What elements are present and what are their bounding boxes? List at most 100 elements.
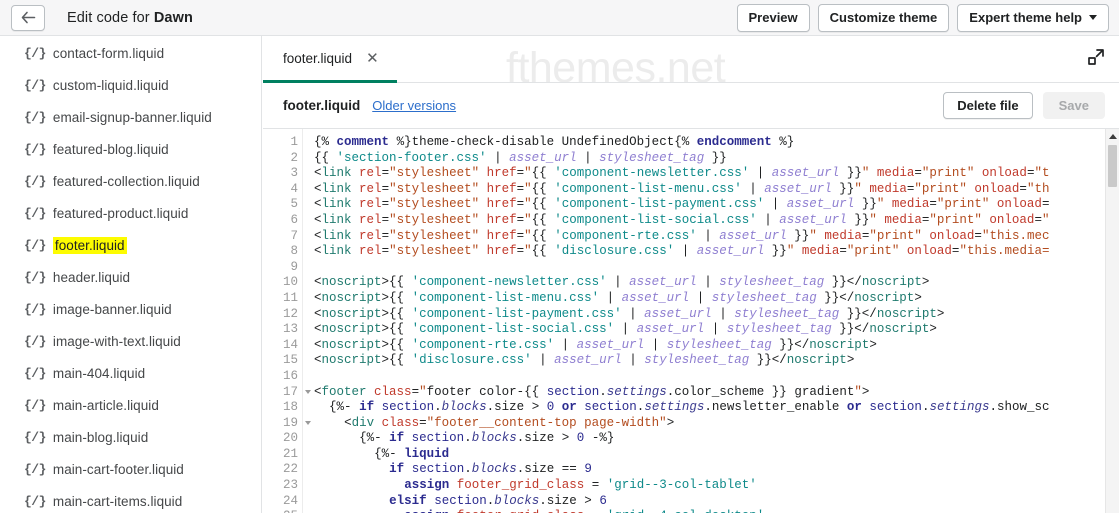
file-item-footer-liquid[interactable]: {/} footer.liquid (0, 229, 261, 261)
code-line: <link rel="stylesheet" href="{{ 'compone… (314, 197, 1050, 212)
fold-toggle-icon[interactable] (305, 389, 311, 394)
file-item-label: email-signup-banner.liquid (52, 109, 212, 125)
liquid-file-icon: {/} (24, 493, 46, 509)
file-item-featured-collection-liquid[interactable]: {/} featured-collection.liquid (0, 165, 261, 197)
liquid-file-icon: {/} (24, 205, 46, 221)
line-number: 18 (282, 400, 298, 415)
code-line: <link rel="stylesheet" href="{{ 'compone… (314, 212, 1050, 227)
file-item-header-liquid[interactable]: {/} header.liquid (0, 261, 261, 293)
customize-theme-button[interactable]: Customize theme (817, 3, 950, 32)
save-button[interactable]: Save (1042, 92, 1105, 119)
page-title-theme: Dawn (153, 9, 193, 26)
file-item-label: main-article.liquid (52, 397, 159, 413)
file-item-image-banner-liquid[interactable]: {/} image-banner.liquid (0, 293, 261, 325)
line-number: 2 (290, 150, 298, 165)
liquid-file-icon: {/} (24, 333, 46, 349)
file-item-label: image-banner.liquid (52, 301, 172, 317)
tab-footer-liquid[interactable]: footer.liquid ✕ (263, 36, 397, 83)
line-number: 9 (290, 259, 298, 274)
back-button[interactable] (11, 4, 45, 31)
code-line: if section.blocks.size == 9 (389, 462, 592, 477)
editor-pane: fthemes.net footer.liquid ✕ footer.liqui… (263, 36, 1119, 513)
code-line: <noscript>{{ 'component-list-social.css'… (314, 322, 937, 337)
file-item-main-404-liquid[interactable]: {/} main-404.liquid (0, 357, 261, 389)
older-versions-link[interactable]: Older versions (372, 98, 456, 113)
code-line: {%- if section.blocks.size > 0 or sectio… (329, 400, 1050, 415)
preview-button[interactable]: Preview (736, 3, 810, 32)
liquid-file-icon: {/} (24, 109, 46, 125)
code-line: <noscript>{{ 'component-newsletter.css' … (314, 275, 930, 290)
code-line: <div class="footer__content-top page-wid… (344, 415, 675, 430)
page-title: Edit code for Dawn (67, 10, 193, 26)
file-item-main-cart-footer-liquid[interactable]: {/} main-cart-footer.liquid (0, 453, 261, 485)
chevron-down-icon (1089, 15, 1097, 20)
line-number: 17 (263, 385, 311, 401)
code-line: <footer class="footer color-{{ section.s… (314, 384, 870, 399)
code-line: assign footer_grid_class = 'grid--3-col-… (404, 478, 757, 493)
file-item-image-with-text-liquid[interactable]: {/} image-with-text.liquid (0, 325, 261, 357)
code-line: {%- liquid (374, 446, 450, 461)
code-line: <noscript>{{ 'component-list-menu.css' |… (314, 290, 922, 305)
file-item-custom-liquid-liquid[interactable]: {/} custom-liquid.liquid (0, 69, 261, 101)
code-editor[interactable]: 1234567891011121314151617181920212223242… (263, 129, 1119, 513)
code-line: <noscript>{{ 'component-list-payment.css… (314, 306, 945, 321)
file-item-label: contact-form.liquid (52, 45, 165, 61)
file-item-email-signup-banner-liquid[interactable]: {/} email-signup-banner.liquid (0, 101, 261, 133)
file-sidebar: {/} contact-form.liquid {/} custom-liquid.l… (0, 36, 262, 513)
file-item-main-article-liquid[interactable]: {/} main-article.liquid (0, 389, 261, 421)
expand-icon[interactable] (1087, 48, 1105, 71)
fold-toggle-icon[interactable] (305, 420, 311, 425)
line-number: 1 (290, 135, 298, 149)
liquid-file-icon: {/} (24, 237, 46, 253)
liquid-file-icon: {/} (24, 45, 46, 61)
file-item-featured-blog-liquid[interactable]: {/} featured-blog.liquid (0, 133, 261, 165)
close-icon[interactable]: ✕ (366, 51, 379, 66)
editor-scrollbar[interactable] (1105, 129, 1119, 513)
arrow-left-icon (21, 11, 36, 24)
line-number: 25 (263, 509, 302, 513)
top-bar: Edit code for Dawn Preview Customize the… (0, 0, 1119, 36)
line-number: 20 (282, 431, 298, 446)
code-line: <noscript>{{ 'disclosure.css' | asset_ur… (314, 353, 855, 368)
delete-file-button[interactable]: Delete file (943, 92, 1033, 119)
liquid-file-icon: {/} (24, 173, 46, 189)
line-number: 7 (290, 228, 298, 243)
editor-scrollbar-thumb[interactable] (1108, 145, 1117, 187)
line-number: 14 (282, 337, 298, 352)
file-item-label: featured-blog.liquid (52, 141, 169, 157)
code-content[interactable]: {% comment %}theme-check-disable Undefin… (303, 129, 1119, 513)
line-number: 12 (282, 306, 298, 321)
line-number: 23 (282, 478, 298, 493)
file-item-main-cart-items-liquid[interactable]: {/} main-cart-items.liquid (0, 485, 261, 513)
editor-tabstrip: footer.liquid ✕ (263, 36, 1119, 83)
code-line: {%- if section.blocks.size > 0 -%} (359, 431, 615, 446)
file-header-name: footer.liquid (283, 98, 361, 113)
line-number: 19 (263, 416, 311, 432)
liquid-file-icon: {/} (24, 429, 46, 445)
line-number: 21 (282, 446, 298, 461)
file-item-label: main-cart-items.liquid (52, 493, 183, 509)
file-item-contact-form-liquid[interactable]: {/} contact-form.liquid (0, 37, 261, 69)
code-line: <link rel="stylesheet" href="{{ 'compone… (314, 166, 1050, 181)
code-line: {% comment %}theme-check-disable Undefin… (314, 135, 795, 149)
liquid-file-icon: {/} (24, 461, 46, 477)
liquid-file-icon: {/} (24, 397, 46, 413)
liquid-file-icon: {/} (24, 301, 46, 317)
code-line: <noscript>{{ 'component-rte.css' | asset… (314, 337, 877, 352)
file-item-main-blog-liquid[interactable]: {/} main-blog.liquid (0, 421, 261, 453)
file-item-label: main-cart-footer.liquid (52, 461, 184, 477)
expert-theme-help-button[interactable]: Expert theme help (957, 3, 1109, 32)
file-item-label: main-blog.liquid (52, 429, 149, 445)
line-number-gutter: 1234567891011121314151617181920212223242… (263, 129, 311, 513)
file-item-label: image-with-text.liquid (52, 333, 181, 349)
line-number: 6 (290, 212, 298, 227)
line-number: 13 (282, 322, 298, 337)
file-header: footer.liquid Older versions Delete file… (263, 83, 1119, 129)
file-item-featured-product-liquid[interactable]: {/} featured-product.liquid (0, 197, 261, 229)
topbar-actions: Preview Customize theme Expert theme hel… (736, 3, 1109, 32)
line-number: 22 (282, 462, 298, 477)
scroll-up-arrow-icon[interactable] (1109, 134, 1117, 139)
file-item-label: main-404.liquid (52, 365, 146, 381)
line-number: 24 (282, 493, 298, 508)
